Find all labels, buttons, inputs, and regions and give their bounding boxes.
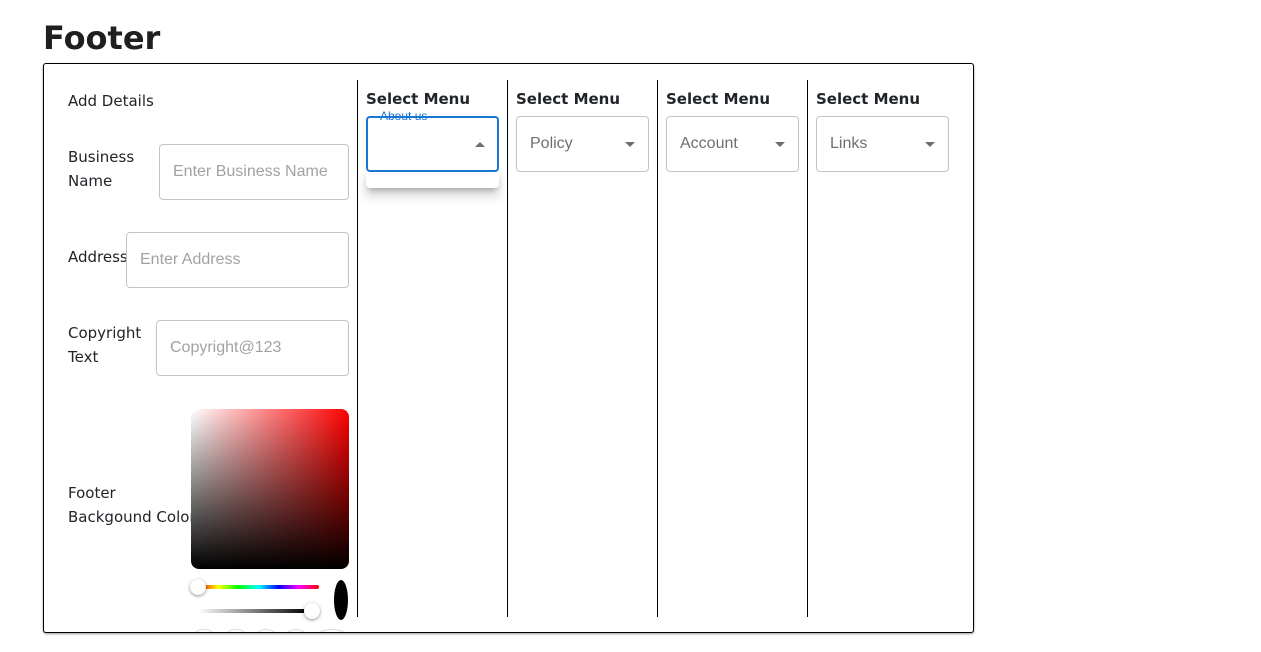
select-menu-label: Select Menu bbox=[516, 90, 621, 108]
menu-select-floating-label: About us bbox=[380, 109, 428, 123]
alpha-slider-handle[interactable] bbox=[304, 603, 320, 619]
menu-select-value: Policy bbox=[530, 135, 573, 152]
select-menu-label: Select Menu bbox=[366, 90, 471, 108]
menu-select-account[interactable]: Account bbox=[666, 116, 799, 172]
column-divider bbox=[357, 80, 358, 617]
menu-select-policy[interactable]: Policy bbox=[516, 116, 649, 172]
alpha-slider[interactable] bbox=[198, 609, 308, 613]
footer-settings-card: Add Details Business Name Address Copyri… bbox=[43, 63, 974, 633]
hue-slider[interactable] bbox=[198, 585, 319, 589]
footer-bg-color-label-line2: Backgound Color bbox=[68, 508, 196, 526]
footer-bg-color-label-line1: Footer bbox=[68, 484, 116, 502]
caret-down-icon bbox=[925, 142, 935, 147]
preset-swatch[interactable] bbox=[319, 630, 345, 632]
caret-down-icon bbox=[775, 142, 785, 147]
select-menu-label: Select Menu bbox=[816, 90, 921, 108]
preset-swatch[interactable] bbox=[287, 630, 305, 632]
address-input[interactable] bbox=[126, 232, 349, 288]
select-menu-label: Select Menu bbox=[666, 90, 771, 108]
menu-select-value: Account bbox=[680, 135, 738, 152]
selected-color-preview bbox=[334, 580, 348, 620]
column-divider bbox=[807, 80, 808, 617]
menu-select-about[interactable]: About us bbox=[366, 109, 499, 172]
preset-swatch[interactable] bbox=[195, 630, 213, 632]
copyright-label-line1: Copyright bbox=[68, 324, 142, 342]
business-name-input[interactable] bbox=[159, 144, 349, 200]
preset-swatch[interactable] bbox=[257, 630, 275, 632]
hue-slider-handle[interactable] bbox=[190, 579, 206, 595]
caret-down-icon bbox=[625, 142, 635, 147]
preset-swatch[interactable] bbox=[227, 630, 245, 632]
add-details-heading: Add Details bbox=[68, 92, 154, 110]
column-divider bbox=[507, 80, 508, 617]
copyright-text-input[interactable] bbox=[156, 320, 349, 376]
business-name-label-line1: Business bbox=[68, 148, 135, 166]
caret-up-icon bbox=[475, 142, 485, 147]
address-label: Address bbox=[68, 248, 128, 266]
column-divider bbox=[657, 80, 658, 617]
menu-select-links[interactable]: Links bbox=[816, 116, 949, 172]
color-saturation-area[interactable] bbox=[191, 409, 349, 569]
copyright-label-line2: Text bbox=[68, 348, 99, 366]
menu-select-value: Links bbox=[830, 135, 868, 152]
page-title: Footer bbox=[43, 19, 161, 57]
business-name-label-line2: Name bbox=[68, 172, 113, 190]
